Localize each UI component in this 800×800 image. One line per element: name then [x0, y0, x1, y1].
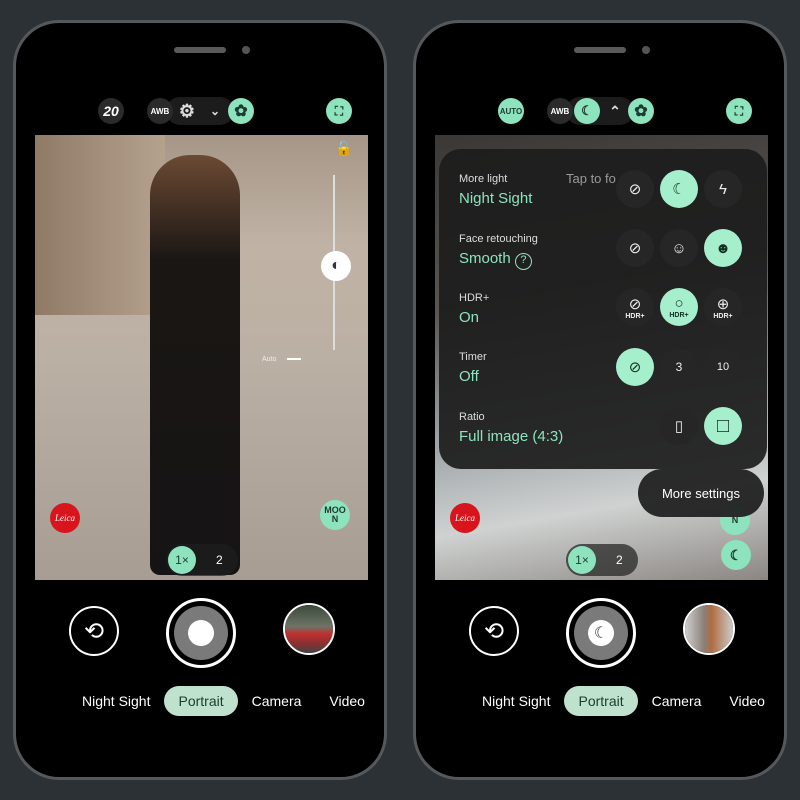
- retouch-smooth-icon[interactable]: ☻: [704, 229, 742, 267]
- mode-video[interactable]: Video: [715, 686, 779, 716]
- exposure-label: Auto: [262, 356, 277, 363]
- face-frame-icon[interactable]: ⛶: [326, 98, 352, 124]
- viewfinder[interactable]: 🔓 ◐ Auto MOON: [35, 135, 368, 580]
- hdr-off-icon[interactable]: ⊘ HDR+: [616, 288, 654, 326]
- mode-selector: Night Sight Portrait Camera Video: [468, 685, 784, 717]
- setting-timer: Timer Off: [459, 351, 487, 385]
- mode-portrait[interactable]: Portrait: [564, 686, 638, 716]
- exposure-tick: [287, 358, 301, 360]
- setting-face-retouching: Face retouching Smooth ?: [459, 233, 538, 270]
- active-setting-icon[interactable]: ✿: [628, 98, 654, 124]
- timer-10-icon[interactable]: 10: [704, 348, 742, 386]
- hdr-enhanced-icon[interactable]: ⊕ HDR+: [704, 288, 742, 326]
- phone-left: 20 AWB ⚙ ⌄ ✿ ⛶ 🔓 ◐ Auto MOON Leica 1× 2 ⟲…: [13, 20, 387, 780]
- zoom-1x[interactable]: 1×: [568, 546, 596, 574]
- zoom-control[interactable]: 1× 2: [166, 544, 238, 576]
- timer-button[interactable]: 20: [98, 98, 124, 124]
- retouch-off-icon[interactable]: ⊘: [616, 229, 654, 267]
- mode-portrait[interactable]: Portrait: [164, 686, 238, 716]
- speaker: [174, 47, 226, 53]
- zoom-2x[interactable]: 2: [616, 553, 623, 567]
- leica-logo: Leica: [50, 503, 80, 533]
- gallery-thumbnail[interactable]: [683, 603, 735, 655]
- zoom-control[interactable]: 1× 2: [566, 544, 638, 576]
- fence: [35, 135, 165, 315]
- chevron-down-icon[interactable]: ⌄: [202, 98, 228, 124]
- night-off-icon[interactable]: ⊘: [616, 170, 654, 208]
- brightness-icon[interactable]: ◐: [321, 251, 351, 281]
- mode-camera[interactable]: Camera: [238, 686, 316, 716]
- quick-settings-panel: More light Night Sight Face retouching Smo…: [439, 149, 767, 469]
- speaker: [574, 47, 626, 53]
- mode-selector: Night Sight Portrait Camera Video: [68, 685, 384, 717]
- retouch-natural-icon[interactable]: ☺: [660, 229, 698, 267]
- help-icon[interactable]: ?: [514, 253, 532, 270]
- switch-camera-icon[interactable]: ⟲: [69, 606, 119, 656]
- mode-camera[interactable]: Camera: [638, 686, 716, 716]
- shutter-dot: [188, 620, 214, 646]
- night-sight-icon[interactable]: ☾: [721, 540, 751, 570]
- switch-camera-icon[interactable]: ⟲: [469, 606, 519, 656]
- gallery-thumbnail[interactable]: [283, 603, 335, 655]
- setting-ratio: Ratio Full image (4:3): [459, 411, 564, 445]
- mode-video[interactable]: Video: [315, 686, 379, 716]
- moon-button[interactable]: MOON: [320, 500, 350, 530]
- timer-3-icon[interactable]: 3: [660, 348, 698, 386]
- mode-night-sight[interactable]: Night Sight: [468, 686, 564, 716]
- shutter-button[interactable]: ☾: [566, 598, 636, 668]
- night-shutter-icon: ☾: [588, 620, 614, 646]
- night-sight-auto-icon[interactable]: ☾: [574, 98, 600, 124]
- night-auto-icon[interactable]: ☾: [660, 170, 698, 208]
- flash-icon[interactable]: ϟ: [704, 170, 742, 208]
- chevron-up-icon[interactable]: ⌃: [602, 98, 628, 124]
- ratio-tall-icon[interactable]: ▯: [660, 407, 698, 445]
- person: [150, 155, 240, 575]
- mode-night-sight[interactable]: Night Sight: [68, 686, 164, 716]
- front-camera: [642, 46, 650, 54]
- face-frame-icon[interactable]: ⛶: [726, 98, 752, 124]
- zoom-2x[interactable]: 2: [216, 553, 223, 567]
- hdr-on-icon[interactable]: ○ HDR+: [660, 288, 698, 326]
- tap-to-focus-hint: Tap to fo: [566, 171, 616, 186]
- active-setting-icon[interactable]: ✿: [228, 98, 254, 124]
- more-settings-button[interactable]: More settings: [638, 469, 764, 517]
- front-camera: [242, 46, 250, 54]
- awb-button[interactable]: AWB: [547, 98, 573, 124]
- timer-off-icon[interactable]: ⊘: [616, 348, 654, 386]
- awb-button[interactable]: AWB: [147, 98, 173, 124]
- shutter-button[interactable]: [166, 598, 236, 668]
- setting-hdr: HDR+ On: [459, 292, 490, 326]
- leica-logo: Leica: [450, 503, 480, 533]
- setting-more-light: More light Night Sight: [459, 173, 533, 207]
- auto-button[interactable]: AUTO: [498, 98, 524, 124]
- zoom-1x[interactable]: 1×: [168, 546, 196, 574]
- lock-icon[interactable]: 🔓: [335, 140, 352, 157]
- phone-right: AUTO AWB ☾ ⌃ ✿ ⛶ N ☾ More light Night Sig…: [413, 20, 787, 780]
- ratio-4-3-icon[interactable]: □: [704, 407, 742, 445]
- gear-icon[interactable]: ⚙: [174, 98, 200, 124]
